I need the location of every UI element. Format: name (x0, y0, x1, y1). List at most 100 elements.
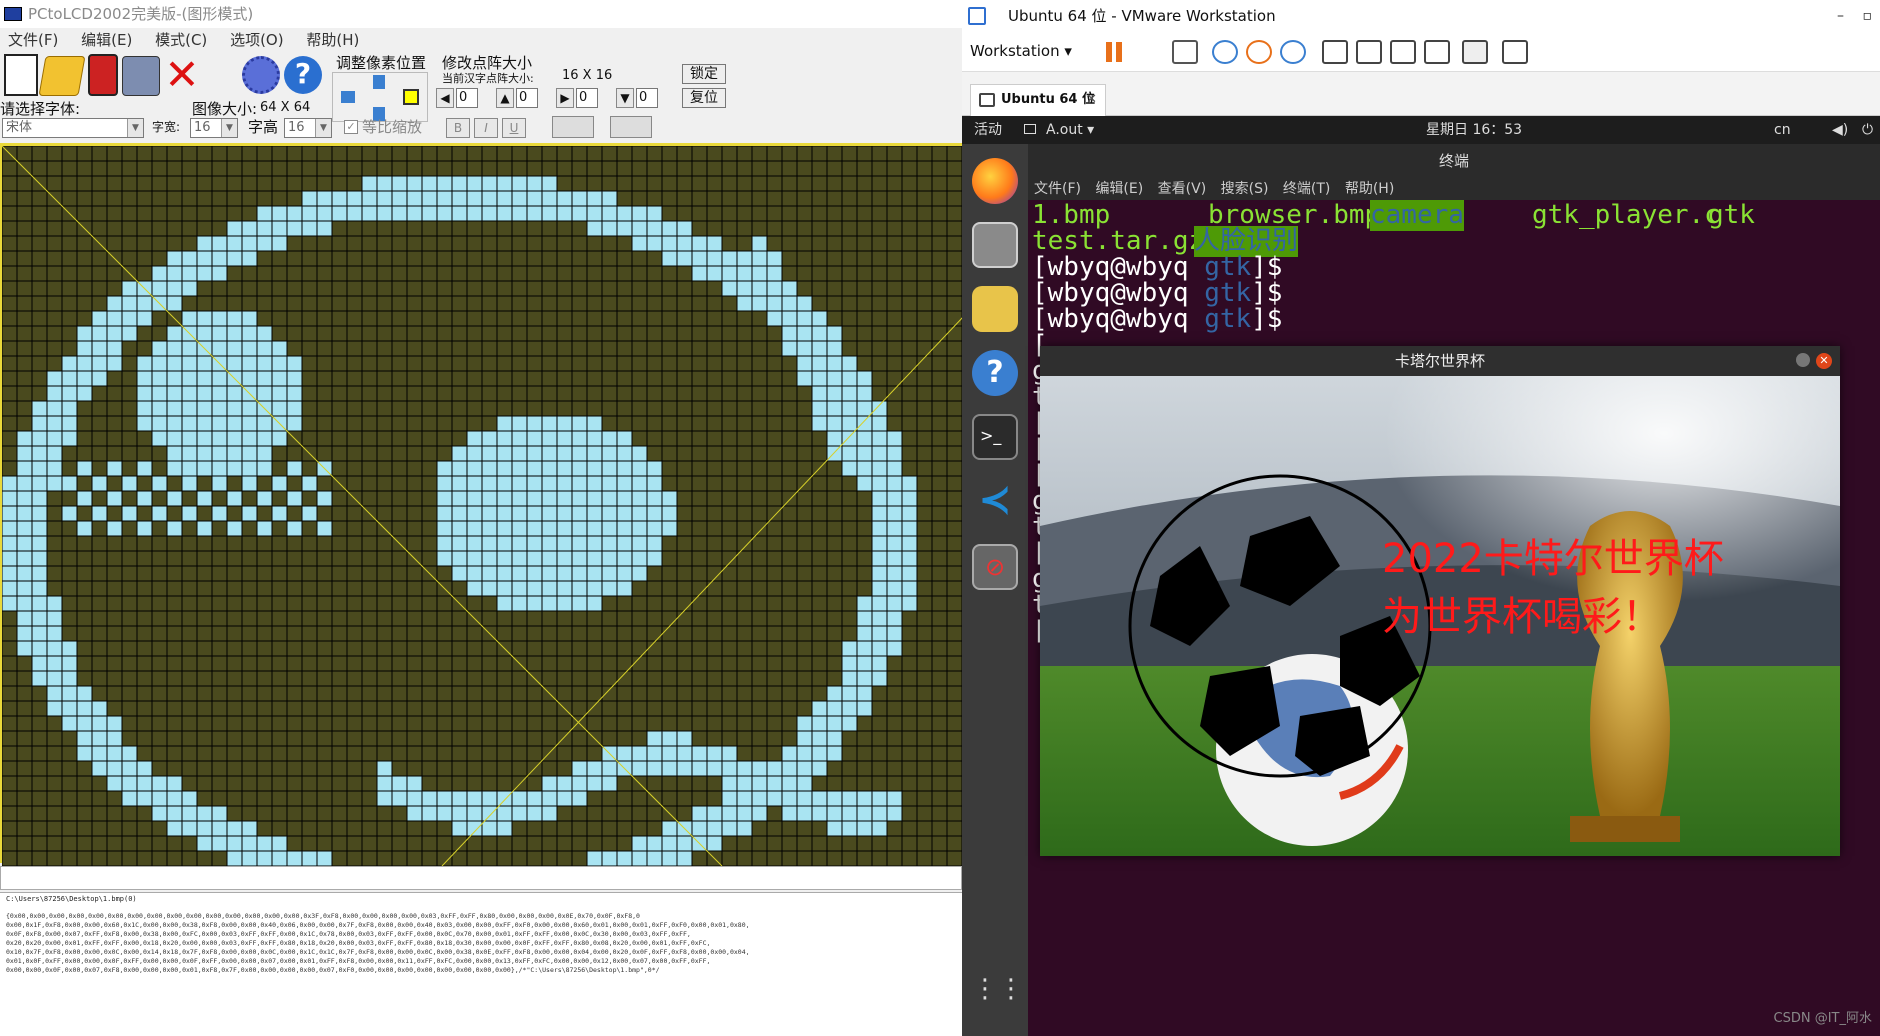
grid-cell[interactable] (286, 820, 303, 837)
grid-cell[interactable] (931, 146, 948, 162)
grid-cell[interactable] (826, 250, 843, 267)
grid-cell[interactable] (151, 625, 168, 642)
grid-cell[interactable] (241, 760, 258, 777)
grid-cell[interactable] (496, 835, 513, 852)
grid-cell[interactable] (406, 700, 423, 717)
grid-cell[interactable] (301, 205, 318, 222)
grid-cell[interactable] (616, 295, 633, 312)
grid-cell[interactable] (376, 205, 393, 222)
grid-cell[interactable] (466, 580, 483, 597)
term-menu-edit[interactable]: 编辑(E) (1095, 181, 1143, 197)
grid-cell[interactable] (406, 160, 423, 177)
grid-cell[interactable] (376, 445, 393, 462)
grid-cell[interactable] (481, 295, 498, 312)
grid-cell[interactable] (511, 415, 528, 432)
grid-cell[interactable] (211, 265, 228, 282)
grid-cell[interactable] (451, 535, 468, 552)
grid-cell[interactable] (766, 220, 783, 237)
grid-cell[interactable] (811, 205, 828, 222)
grid-cell[interactable] (841, 310, 858, 327)
grid-cell[interactable] (331, 820, 348, 837)
grid-cell[interactable] (646, 370, 663, 387)
grid-cell[interactable] (436, 190, 453, 207)
grid-cell[interactable] (736, 610, 753, 627)
grid-cell[interactable] (436, 505, 453, 522)
grid-cell[interactable] (61, 445, 78, 462)
grid-cell[interactable] (661, 295, 678, 312)
grid-cell[interactable] (391, 745, 408, 762)
grid-cell[interactable] (676, 670, 693, 687)
grid-cell[interactable] (406, 205, 423, 222)
grid-cell[interactable] (421, 385, 438, 402)
language-indicator[interactable]: cn (1774, 116, 1791, 144)
grid-cell[interactable] (691, 535, 708, 552)
grid-cell[interactable] (91, 400, 108, 417)
grid-cell[interactable] (361, 775, 378, 792)
grid-cell[interactable] (316, 625, 333, 642)
grid-cell[interactable] (256, 775, 273, 792)
grid-cell[interactable] (271, 205, 288, 222)
grid-cell[interactable] (631, 250, 648, 267)
grid-cell[interactable] (331, 745, 348, 762)
grid-cell[interactable] (106, 505, 123, 522)
grid-cell[interactable] (106, 160, 123, 177)
grid-cell[interactable] (616, 415, 633, 432)
grid-cell[interactable] (391, 415, 408, 432)
grid-cell[interactable] (481, 205, 498, 222)
grid-cell[interactable] (511, 430, 528, 447)
grid-cell[interactable] (241, 655, 258, 672)
grid-cell[interactable] (181, 640, 198, 657)
grid-cell[interactable] (841, 205, 858, 222)
grid-cell[interactable] (91, 146, 108, 162)
grid-cell[interactable] (271, 565, 288, 582)
grid-cell[interactable] (526, 595, 543, 612)
grid-cell[interactable] (46, 700, 63, 717)
grid-cell[interactable] (91, 265, 108, 282)
grid-cell[interactable] (331, 355, 348, 372)
grid-cell[interactable] (946, 160, 962, 177)
grid-cell[interactable] (526, 835, 543, 852)
grid-cell[interactable] (886, 265, 903, 282)
grid-cell[interactable] (301, 775, 318, 792)
grid-cell[interactable] (586, 355, 603, 372)
grid-cell[interactable] (826, 385, 843, 402)
grid-cell[interactable] (856, 670, 873, 687)
grid-cell[interactable] (601, 400, 618, 417)
grid-cell[interactable] (571, 820, 588, 837)
grid-cell[interactable] (226, 790, 243, 807)
grid-cell[interactable] (781, 490, 798, 507)
grid-cell[interactable] (736, 265, 753, 282)
grid-cell[interactable] (46, 505, 63, 522)
grid-cell[interactable] (421, 625, 438, 642)
grid-cell[interactable] (766, 235, 783, 252)
grid-cell[interactable] (376, 340, 393, 357)
grid-cell[interactable] (166, 745, 183, 762)
grid-cell[interactable] (721, 400, 738, 417)
grid-cell[interactable] (91, 385, 108, 402)
grid-cell[interactable] (556, 760, 573, 777)
grid-cell[interactable] (766, 265, 783, 282)
grid-cell[interactable] (766, 160, 783, 177)
grid-cell[interactable] (406, 295, 423, 312)
grid-cell[interactable] (871, 805, 888, 822)
grid-cell[interactable] (181, 370, 198, 387)
grid-cell[interactable] (61, 385, 78, 402)
grid-cell[interactable] (226, 820, 243, 837)
grid-cell[interactable] (676, 610, 693, 627)
grid-cell[interactable] (241, 415, 258, 432)
grid-cell[interactable] (91, 490, 108, 507)
grid-cell[interactable] (181, 340, 198, 357)
grid-cell[interactable] (211, 205, 228, 222)
grid-cell[interactable] (796, 160, 813, 177)
grid-cell[interactable] (601, 475, 618, 492)
grid-cell[interactable] (811, 805, 828, 822)
grid-cell[interactable] (646, 640, 663, 657)
grid-cell[interactable] (706, 205, 723, 222)
grid-cell[interactable] (31, 505, 48, 522)
grid-cell[interactable] (436, 265, 453, 282)
grid-cell[interactable] (376, 250, 393, 267)
grid-cell[interactable] (376, 160, 393, 177)
grid-cell[interactable] (136, 445, 153, 462)
grid-cell[interactable] (106, 385, 123, 402)
grid-cell[interactable] (181, 745, 198, 762)
